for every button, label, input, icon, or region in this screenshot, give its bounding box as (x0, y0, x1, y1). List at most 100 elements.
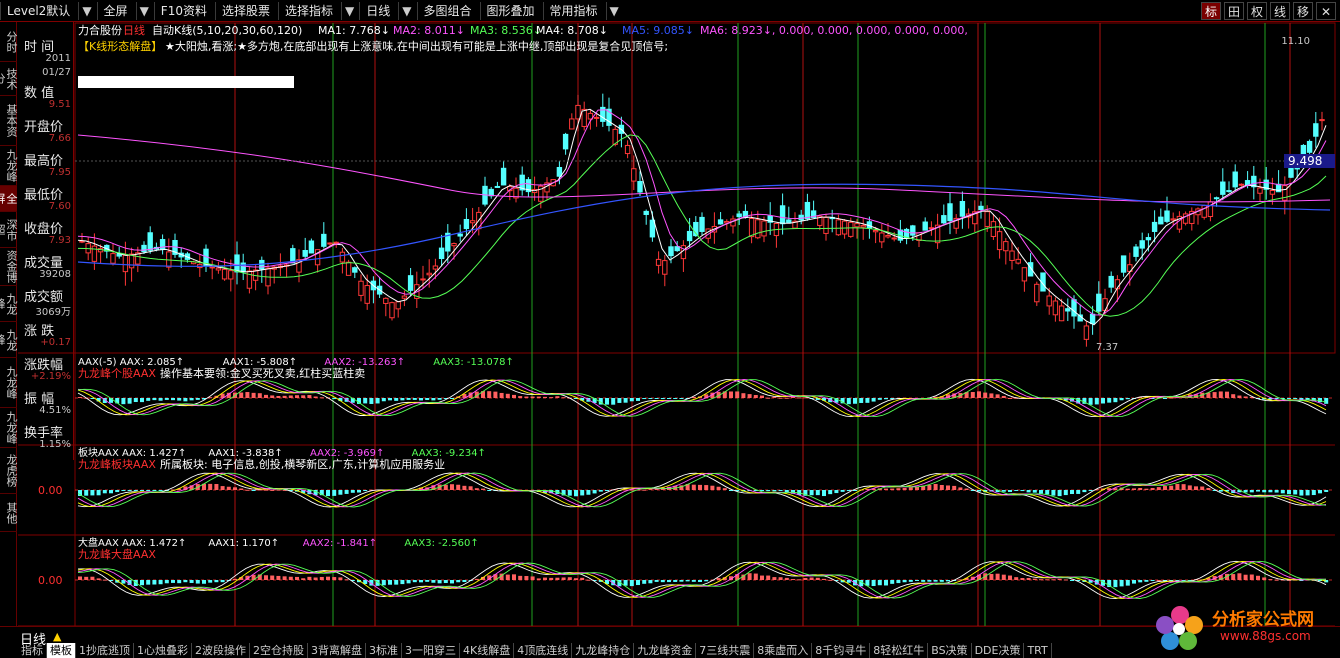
histogram-bar (443, 484, 448, 490)
template-tab[interactable]: 4顶底连线 (514, 643, 573, 658)
template-tab[interactable]: 2空仓持股 (250, 643, 308, 658)
info-value: +2.19% (30, 371, 71, 382)
candle-body (860, 225, 866, 228)
histogram-bar (96, 490, 101, 496)
histogram-bar (1293, 490, 1298, 495)
template-tab[interactable]: 1抄底逃顶 (76, 643, 134, 658)
histogram-bar (1287, 398, 1291, 400)
histogram-bar (84, 490, 89, 496)
histogram-bar (977, 391, 981, 398)
price-tag: 9.498 (1288, 154, 1322, 168)
template-tab[interactable]: 模板 (47, 643, 76, 658)
histogram-bar (1175, 483, 1180, 490)
candle-body (631, 168, 637, 182)
histogram-bar (1163, 486, 1167, 490)
template-tab[interactable]: 九龙峰持仓 (572, 643, 635, 658)
histogram-bar (1311, 490, 1316, 496)
histogram-bar (586, 490, 591, 495)
candle-body (761, 220, 767, 237)
histogram-bar (1262, 577, 1267, 580)
histogram-bar (369, 398, 374, 404)
histogram-bar (257, 393, 262, 398)
candles (79, 93, 1325, 347)
histogram-bar (1026, 490, 1031, 493)
histogram-bar (598, 490, 603, 492)
histogram-bar (791, 579, 795, 581)
histogram-bar (332, 490, 337, 496)
histogram-bar (983, 392, 988, 398)
histogram-bar (164, 580, 169, 584)
template-tab[interactable]: BS决策 (928, 643, 972, 658)
histogram-bar (1218, 490, 1223, 492)
histogram-bar (574, 578, 578, 580)
template-tab[interactable]: 2波段操作 (192, 643, 250, 658)
template-tab[interactable]: 8轻松红牛 (870, 643, 929, 658)
histogram-bar (778, 490, 783, 491)
histogram-bar (1256, 490, 1260, 492)
template-tab[interactable]: 7三线共震 (696, 643, 755, 658)
candle-body (364, 285, 370, 304)
candle-body (835, 219, 842, 236)
histogram-bar (741, 393, 746, 398)
redacted-box (78, 76, 294, 88)
histogram-bar (1318, 490, 1322, 494)
histogram-bar (1150, 487, 1155, 490)
histogram-bar (171, 580, 175, 583)
histogram-bar (518, 575, 523, 580)
candle-body (569, 118, 575, 130)
histogram-bar (797, 579, 802, 581)
histogram-bar (400, 580, 405, 585)
histogram-bar (995, 573, 1000, 580)
histogram-bar (276, 489, 281, 491)
histogram-bar (877, 580, 882, 586)
template-tab[interactable]: TRT (1024, 643, 1052, 658)
histogram-bar (1237, 395, 1242, 398)
info-value: 3069万 (35, 307, 71, 318)
candle-body (1319, 119, 1325, 122)
histogram-bar (766, 575, 771, 580)
histogram-bar (524, 396, 529, 398)
candle-body (389, 302, 395, 319)
histogram-bar (946, 485, 950, 490)
candle-body (1145, 237, 1152, 241)
main-panel-frame (74, 22, 1336, 354)
histogram-bar (915, 580, 919, 581)
histogram-bar (214, 483, 219, 490)
template-tab[interactable]: 3一阳穿三 (402, 643, 460, 658)
bottom-template-tabs: 指标 模板 1抄底逃顶 1心烛叠彩 2波段操作 2空仓持股 3背离解盘 3标准 3一阳穿三 4K线… (18, 643, 1052, 658)
histogram-bar (1088, 490, 1093, 491)
candle-body (891, 237, 897, 240)
histogram-bar (1039, 579, 1043, 581)
template-tab[interactable]: 3背离解盘 (308, 643, 366, 658)
histogram-bar (890, 580, 895, 584)
histogram-bar (1268, 490, 1273, 493)
candle-body (1306, 140, 1313, 153)
candle-body (1083, 325, 1090, 340)
template-tab[interactable]: 4K线解盘 (460, 643, 515, 658)
histogram-bar (803, 577, 808, 580)
histogram-bar (1206, 487, 1211, 490)
template-tab[interactable]: 九龙峰资金 (634, 643, 697, 658)
info-value: 7.95 (48, 167, 71, 178)
histogram-bar (536, 396, 541, 398)
histogram-bar (332, 577, 337, 580)
template-tab[interactable]: DDE决策 (972, 643, 1025, 658)
histogram-bar (877, 398, 882, 400)
template-tab[interactable]: 8乘虚而入 (754, 643, 813, 658)
histogram-bar (927, 484, 932, 490)
candle-body (1158, 216, 1164, 225)
template-tab[interactable]: 1心烛叠彩 (134, 643, 192, 658)
stock-name: 力合股份 (78, 23, 122, 37)
histogram-bar (313, 396, 318, 398)
histogram-bar (908, 487, 913, 490)
template-tab[interactable]: 指标 (18, 643, 47, 658)
template-tab[interactable]: 8千钧寻牛 (812, 643, 871, 658)
candle-body (91, 245, 98, 262)
histogram-bar (704, 485, 709, 490)
histogram-bar (301, 578, 306, 580)
template-tab[interactable]: 3标准 (366, 643, 402, 658)
candle-body (407, 275, 414, 291)
histogram-bar (1249, 574, 1254, 580)
histogram-bar (456, 484, 461, 490)
histogram-bar (121, 398, 126, 405)
